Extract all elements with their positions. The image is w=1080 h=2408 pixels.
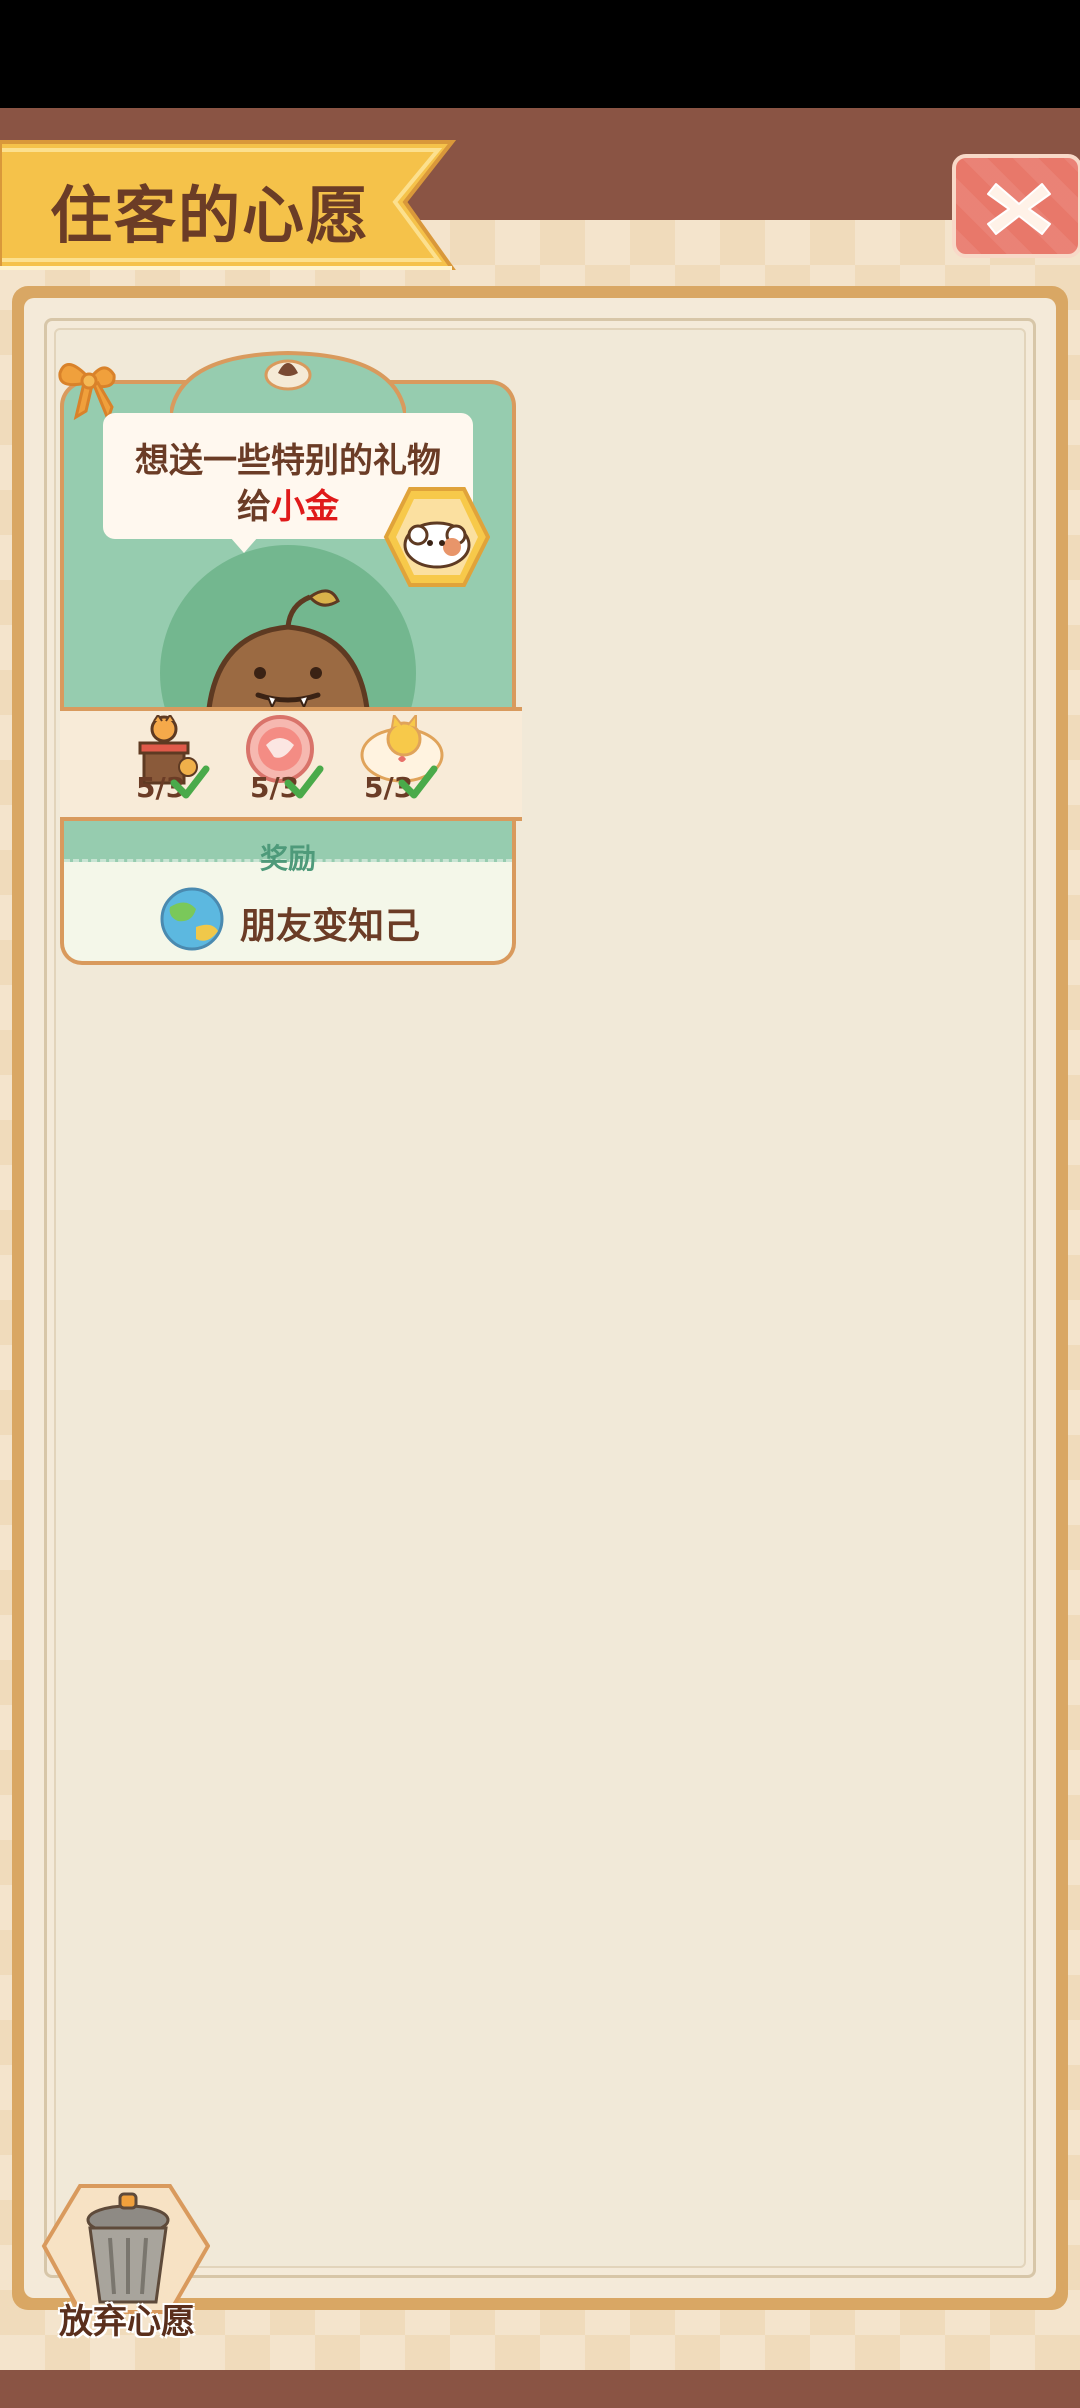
checkmark-icon <box>170 765 210 799</box>
wish-message-prefix: 给 <box>237 487 271 527</box>
page-title: 住客的心愿 <box>50 179 371 252</box>
globe-reward-icon <box>160 887 224 951</box>
status-bar <box>0 0 1080 108</box>
wish-message-line1: 想送一些特别的礼物 <box>135 441 441 481</box>
gift-item[interactable]: 5/3 <box>358 712 448 815</box>
target-guest-name: 小金 <box>271 487 339 527</box>
bottom-strip <box>0 2370 1080 2408</box>
close-x-icon <box>987 183 1051 235</box>
abandon-wish-label: 放弃心愿 <box>59 2302 195 2342</box>
gift-item[interactable]: 5/3 <box>244 715 334 815</box>
checkmark-icon <box>284 765 324 799</box>
close-button[interactable] <box>952 154 1080 258</box>
gift-item[interactable]: 5/3 <box>130 713 220 815</box>
abandon-wish-button[interactable]: 放弃心愿 <box>40 2176 211 2346</box>
target-guest-portrait-icon <box>383 487 490 587</box>
speech-bubble-tail <box>230 537 258 553</box>
reward-text: 朋友变知己 <box>240 906 421 947</box>
wish-card[interactable]: 想送一些特别的礼物 给小金 5/3 5/3 5/3 奖励 朋友变知己 <box>58 345 522 965</box>
gift-items-row: 5/3 5/3 5/3 <box>60 707 522 821</box>
reward-section: 奖励 朋友变知己 <box>60 821 516 965</box>
checkmark-icon <box>398 765 438 799</box>
reward-label: 奖励 <box>259 842 316 875</box>
